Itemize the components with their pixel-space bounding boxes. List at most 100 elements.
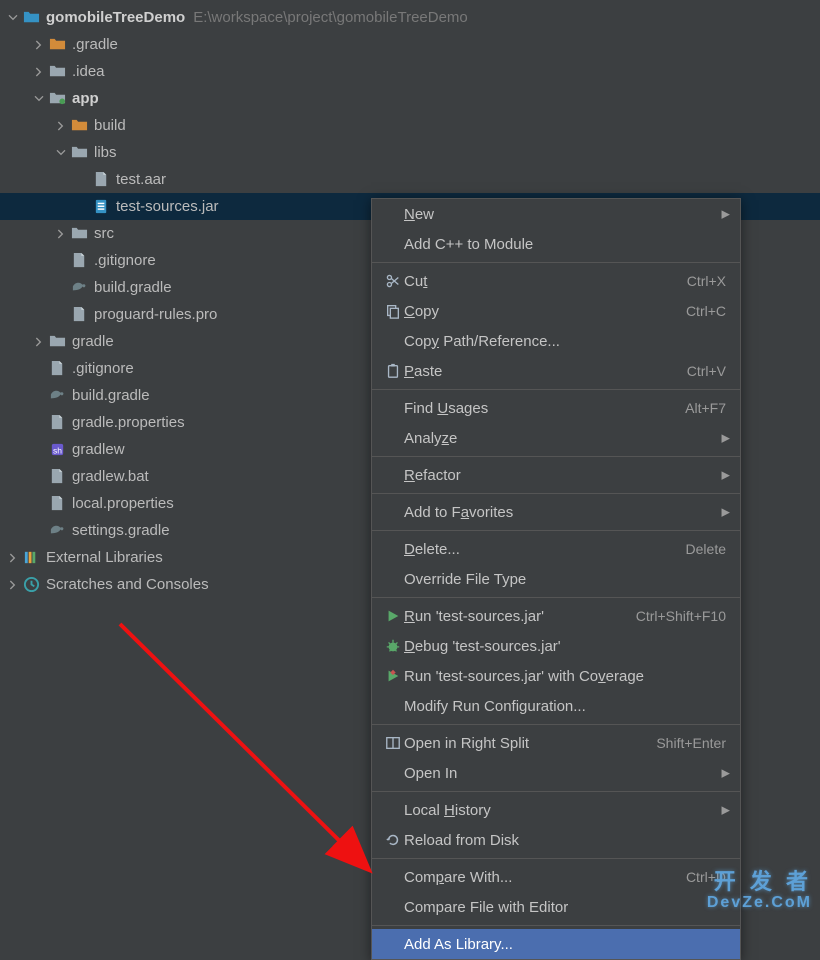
- shortcut-label: Ctrl+X: [687, 273, 726, 289]
- chevron-right-icon[interactable]: [54, 227, 68, 241]
- tree-item[interactable]: test.aar: [0, 166, 820, 193]
- menu-item-label: Paste: [404, 363, 687, 380]
- menu-item[interactable]: Compare File with Editor: [372, 892, 740, 922]
- tree-item[interactable]: .gradle: [0, 31, 820, 58]
- chevron-down-icon[interactable]: [32, 92, 46, 106]
- shortcut-label: Ctrl+D: [686, 869, 726, 885]
- chevron-down-icon[interactable]: [54, 146, 68, 160]
- gradle-icon: [48, 387, 66, 405]
- menu-item-label: Copy Path/Reference...: [404, 333, 726, 350]
- run-icon: [382, 608, 404, 624]
- menu-item-label: Local History: [404, 802, 726, 819]
- shortcut-label: Alt+F7: [685, 400, 726, 416]
- menu-item-label: Add As Library...: [404, 936, 726, 953]
- chevron-right-icon[interactable]: [32, 38, 46, 52]
- menu-item[interactable]: Paste Ctrl+V: [372, 356, 740, 386]
- shortcut-label: Ctrl+V: [687, 363, 726, 379]
- menu-separator: [372, 791, 740, 792]
- menu-separator: [372, 925, 740, 926]
- menu-item-label: Analyze: [404, 430, 726, 447]
- submenu-arrow-icon: ▶: [722, 432, 730, 445]
- file-icon: [70, 306, 88, 324]
- tree-item-label: .gradle: [72, 36, 118, 53]
- menu-separator: [372, 389, 740, 390]
- folder-orange-icon: [70, 117, 88, 135]
- menu-item[interactable]: Cut Ctrl+X: [372, 266, 740, 296]
- shortcut-label: Delete: [686, 541, 726, 557]
- submenu-arrow-icon: ▶: [722, 767, 730, 780]
- folder-teal-icon: [22, 9, 40, 27]
- folder-grey-icon: [48, 333, 66, 351]
- tree-item-label: src: [94, 225, 114, 242]
- menu-separator: [372, 724, 740, 725]
- scissors-icon: [382, 273, 404, 289]
- scratches-label: Scratches and Consoles: [46, 576, 209, 593]
- menu-item[interactable]: Open in Right Split Shift+Enter: [372, 728, 740, 758]
- menu-item[interactable]: Modify Run Configuration...: [372, 691, 740, 721]
- shortcut-label: Shift+Enter: [656, 735, 726, 751]
- menu-item-label: Debug 'test-sources.jar': [404, 638, 726, 655]
- gradle-icon: [48, 522, 66, 540]
- menu-item[interactable]: Add to Favorites ▶: [372, 497, 740, 527]
- menu-item-label: Compare File with Editor: [404, 899, 726, 916]
- chevron-right-icon[interactable]: [32, 335, 46, 349]
- chevron-right-icon[interactable]: [54, 119, 68, 133]
- menu-item[interactable]: Local History ▶: [372, 795, 740, 825]
- menu-item-label: Open in Right Split: [404, 735, 656, 752]
- folder-grey-icon: [48, 63, 66, 81]
- tree-item[interactable]: libs: [0, 139, 820, 166]
- tree-root[interactable]: gomobileTreeDemo E:\workspace\project\go…: [0, 4, 820, 31]
- submenu-arrow-icon: ▶: [722, 506, 730, 519]
- tree-item-label: .gitignore: [94, 252, 156, 269]
- context-menu[interactable]: New ▶ Add C++ to Module Cut Ctrl+X Copy …: [371, 198, 741, 960]
- chevron-right-icon[interactable]: [6, 551, 20, 565]
- chevron-right-icon[interactable]: [32, 65, 46, 79]
- submenu-arrow-icon: ▶: [722, 804, 730, 817]
- menu-separator: [372, 262, 740, 263]
- menu-item-label: Run 'test-sources.jar' with Coverage: [404, 668, 726, 685]
- menu-item[interactable]: Debug 'test-sources.jar': [372, 631, 740, 661]
- menu-item[interactable]: Refactor ▶: [372, 460, 740, 490]
- menu-item[interactable]: Run 'test-sources.jar' with Coverage: [372, 661, 740, 691]
- folder-module-icon: [48, 90, 66, 108]
- menu-item-label: New: [404, 206, 726, 223]
- menu-item[interactable]: New ▶: [372, 199, 740, 229]
- tree-item-label: build.gradle: [94, 279, 172, 296]
- reload-icon: [382, 832, 404, 848]
- tree-item-label: build: [94, 117, 126, 134]
- scratch-icon: [22, 576, 40, 594]
- chevron-right-icon[interactable]: [6, 578, 20, 592]
- menu-item[interactable]: Add C++ to Module: [372, 229, 740, 259]
- tree-item[interactable]: build: [0, 112, 820, 139]
- tree-item-label: gradle: [72, 333, 114, 350]
- menu-separator: [372, 456, 740, 457]
- menu-item-label: Find Usages: [404, 400, 685, 417]
- menu-item[interactable]: Find Usages Alt+F7: [372, 393, 740, 423]
- menu-separator: [372, 858, 740, 859]
- chevron-down-icon[interactable]: [6, 11, 20, 25]
- menu-item[interactable]: Analyze ▶: [372, 423, 740, 453]
- menu-item-label: Add to Favorites: [404, 504, 726, 521]
- menu-item-label: Refactor: [404, 467, 726, 484]
- coverage-icon: [382, 668, 404, 684]
- menu-item[interactable]: Open In ▶: [372, 758, 740, 788]
- tree-item[interactable]: .idea: [0, 58, 820, 85]
- file-icon: [92, 171, 110, 189]
- menu-item[interactable]: Delete... Delete: [372, 534, 740, 564]
- menu-item-label: Override File Type: [404, 571, 726, 588]
- menu-item[interactable]: Compare With... Ctrl+D: [372, 862, 740, 892]
- menu-item[interactable]: Reload from Disk: [372, 825, 740, 855]
- root-path: E:\workspace\project\gomobileTreeDemo: [193, 9, 468, 26]
- tree-item-label: proguard-rules.pro: [94, 306, 217, 323]
- menu-item[interactable]: Add As Library...: [372, 929, 740, 959]
- submenu-arrow-icon: ▶: [722, 208, 730, 221]
- tree-item[interactable]: app: [0, 85, 820, 112]
- menu-item[interactable]: Copy Path/Reference...: [372, 326, 740, 356]
- tree-item-label: local.properties: [72, 495, 174, 512]
- menu-item[interactable]: Copy Ctrl+C: [372, 296, 740, 326]
- menu-item[interactable]: Override File Type: [372, 564, 740, 594]
- menu-item-label: Open In: [404, 765, 726, 782]
- tree-item-label: settings.gradle: [72, 522, 170, 539]
- menu-item[interactable]: Run 'test-sources.jar' Ctrl+Shift+F10: [372, 601, 740, 631]
- gradle-icon: [70, 279, 88, 297]
